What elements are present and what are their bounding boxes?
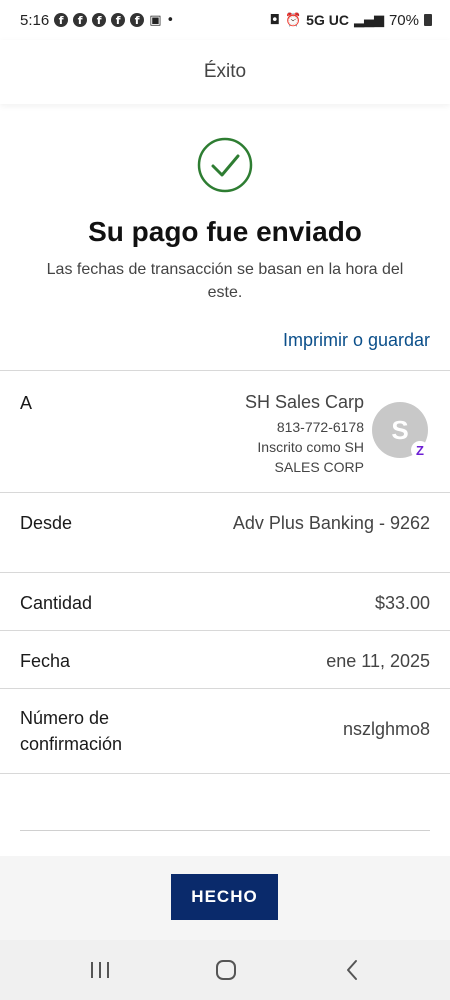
battery-percent: 70%	[388, 11, 419, 29]
recipient-enrolled-line2: SALES CORP	[274, 459, 364, 475]
page-header: Éxito	[0, 40, 450, 104]
confirmation-content: Su pago fue enviado Las fechas de transa…	[0, 104, 450, 856]
status-bar: 5:16 f f f f f ▣ • ◘ ⏰ 5G UC ▂▄▆ 70%	[0, 0, 450, 40]
success-check-icon	[197, 137, 253, 193]
status-right: ◘ ⏰ 5G UC ▂▄▆ 70%	[270, 12, 432, 29]
recent-apps-icon[interactable]	[85, 958, 115, 982]
zelle-badge-icon: Z	[411, 441, 429, 459]
recipient-info: SH Sales Carp 813-772-6178 Inscrito como…	[245, 391, 364, 477]
confirmation-number-label: Número de confirmación	[20, 705, 122, 757]
detail-row-amount: Cantidad $33.00	[0, 572, 450, 630]
back-icon[interactable]	[338, 958, 368, 982]
date-value: ene 11, 2025	[326, 651, 430, 671]
from-label: Desde	[20, 513, 73, 533]
to-label: A	[20, 393, 33, 413]
android-nav-bar	[0, 940, 450, 1000]
confirmation-title: Su pago fue enviado	[88, 216, 362, 247]
recipient-enrolled-line1: Inscrito como SH	[257, 439, 364, 455]
divider	[20, 830, 430, 831]
recipient-name: SH Sales Carp	[244, 392, 364, 412]
status-left: 5:16 f f f f f ▣ •	[20, 12, 174, 29]
signal-icon: ▂▄▆	[353, 12, 384, 28]
recipient-phone: 813-772-6178	[276, 419, 364, 435]
facebook-notification-icon: f	[130, 13, 145, 27]
confirmation-number-value: nszlghmo8	[342, 719, 430, 739]
lock-icon: ◘	[269, 12, 280, 28]
facebook-notification-icon: f	[54, 13, 69, 27]
print-or-save-link[interactable]: Imprimir o guardar	[283, 330, 430, 351]
battery-icon	[424, 14, 432, 26]
detail-row-from: Desde Adv Plus Banking - 9262	[0, 492, 450, 572]
detail-row-date: Fecha ene 11, 2025	[0, 630, 450, 688]
detail-row-confirmation-number: Número de confirmación nszlghmo8	[0, 688, 450, 774]
detail-row-to: A SH Sales Carp 813-772-6178 Inscrito co…	[0, 370, 450, 492]
from-value: Adv Plus Banking - 9262	[232, 513, 430, 533]
confirmation-subtitle: Las fechas de transacción se basan en la…	[46, 261, 404, 301]
alarm-icon: ⏰	[284, 12, 302, 28]
facebook-notification-icon: f	[111, 13, 126, 27]
confirmation-number-label-line2: confirmación	[20, 734, 123, 754]
status-time: 5:16	[20, 11, 50, 29]
amount-value: $33.00	[374, 593, 430, 613]
done-button[interactable]: HECHO	[171, 874, 278, 920]
footer: HECHO	[0, 856, 450, 940]
confirmation-number-label-line1: Número de	[20, 708, 110, 728]
amount-label: Cantidad	[20, 593, 93, 613]
voicemail-icon: ▣	[149, 12, 162, 28]
network-label: 5G UC	[306, 12, 349, 28]
home-icon[interactable]	[211, 958, 241, 982]
facebook-notification-icon: f	[73, 13, 88, 27]
page-title: Éxito	[203, 61, 247, 82]
date-label: Fecha	[20, 651, 71, 671]
facebook-notification-icon: f	[92, 13, 107, 27]
more-notifications-dot-icon: •	[166, 12, 175, 28]
